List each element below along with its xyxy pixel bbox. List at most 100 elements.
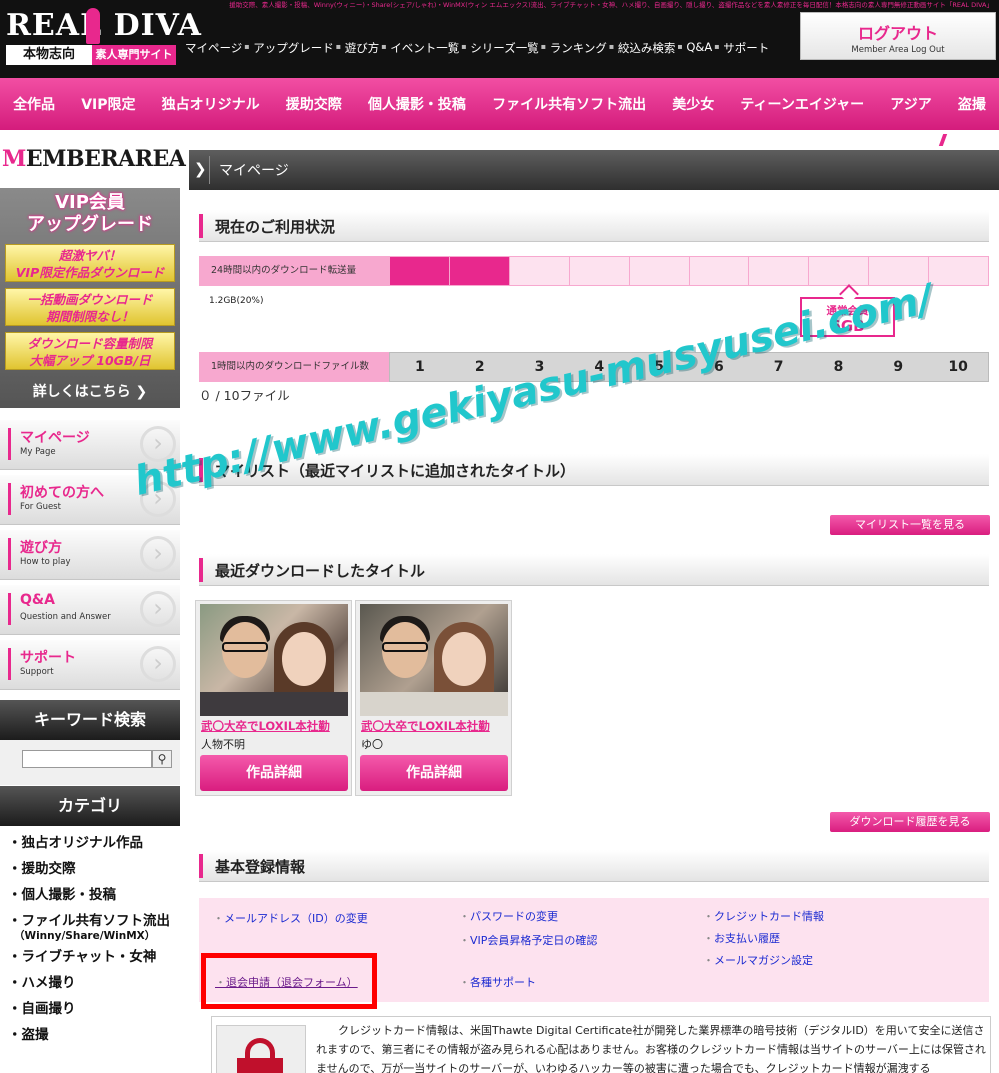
topnav-qa[interactable]: Q&A <box>677 40 718 56</box>
upgrade-more-link[interactable]: 詳しくはこちら ❯ <box>0 381 180 401</box>
usage-segment-empty <box>809 257 870 285</box>
sidebar-item-support[interactable]: サポート Support › <box>0 640 180 690</box>
chevron-right-icon: › <box>140 536 176 572</box>
category-item[interactable]: ・独占オリジナル作品 <box>0 830 180 856</box>
category-item[interactable]: ・ハメ撮り <box>0 970 180 996</box>
catnav-enjo[interactable]: 援助交際 <box>286 94 342 114</box>
search-icon[interactable]: ⚲ <box>152 750 172 768</box>
security-text: クレジットカード情報は、米国Thawte Digital Certificate… <box>316 1024 986 1073</box>
member-type-badge: 通常会員 6GB <box>800 297 895 337</box>
recent-title-card: 武〇大卒でLOXIL本社勤 人物不明 作品詳細 <box>195 600 352 796</box>
topnav-howto[interactable]: 遊び方 <box>336 40 386 56</box>
topnav-ranking[interactable]: ランキング <box>541 40 613 56</box>
link-support[interactable]: 各種サポート <box>459 974 536 990</box>
download-history-button[interactable]: ダウンロード履歴を見る <box>830 812 990 832</box>
chevron-right-icon: › <box>140 646 176 682</box>
topnav-series[interactable]: シリーズ一覧 <box>461 40 544 56</box>
member-area-initial: M <box>2 146 26 172</box>
catnav-tousatsu[interactable]: 盗撮 <box>958 94 986 114</box>
menu-accent-bar <box>8 593 11 625</box>
catnav-vip[interactable]: VIP限定 <box>81 94 135 114</box>
member-area-rest: EMBERAREA <box>25 146 186 172</box>
title-thumbnail[interactable] <box>200 604 348 716</box>
registration-section-title: 基本登録情報 <box>199 850 989 882</box>
category-item[interactable]: ・ライブチャット・女神 <box>0 944 180 970</box>
keyword-search-box: ⚲ <box>0 740 180 785</box>
link-mail-magazine[interactable]: メールマガジン設定 <box>703 952 813 968</box>
usage-segment-empty <box>629 257 690 285</box>
sidebar-item-howto[interactable]: 遊び方 How to play › <box>0 530 180 580</box>
category-item-fileshare[interactable]: ・ファイル共有ソフト流出 （Winny/Share/WinMX） <box>0 908 180 942</box>
vip-upgrade-banner[interactable]: VIP会員 アップグレード 超激ヤバ！ VIP限定作品ダウンロード 一括動画ダウ… <box>0 188 180 408</box>
logout-label: ログアウト <box>857 24 938 43</box>
logo-text: REAL DIVA <box>6 8 202 43</box>
topnav-upgrade[interactable]: アップグレード <box>244 40 340 56</box>
chevron-right-icon: › <box>140 426 176 462</box>
detail-button[interactable]: 作品詳細 <box>360 755 508 791</box>
logo-sub-right: 素人専門サイト <box>92 45 176 65</box>
category-item[interactable]: ・自画撮り <box>0 996 180 1022</box>
thumb-shape <box>200 692 348 716</box>
menu-accent-bar <box>8 648 11 680</box>
catnav-all[interactable]: 全作品 <box>13 94 55 114</box>
topnav-mypage[interactable]: マイページ <box>180 40 248 56</box>
category-item[interactable]: ・盗撮 <box>0 1022 180 1048</box>
thumb-shape <box>382 642 428 652</box>
search-input[interactable] <box>22 750 152 768</box>
title-link[interactable]: 武〇大卒でLOXIL本社勤 <box>201 718 330 734</box>
sidebar-item-label: 初めての方へ <box>20 485 104 501</box>
transfer-used: 1.2GB(20%) <box>209 296 264 306</box>
security-notice: クレジットカード情報は、米国Thawte Digital Certificate… <box>211 1016 991 1073</box>
category-item[interactable]: ・援助交際 <box>0 856 180 882</box>
title-thumbnail[interactable] <box>360 604 508 716</box>
file-number: 8 <box>833 359 844 375</box>
title-actor: ゆ〇 <box>361 738 383 751</box>
mylist-view-button[interactable]: マイリスト一覧を見る <box>830 515 990 535</box>
category-list: ・独占オリジナル作品 ・援助交際 ・個人撮影・投稿 ・ファイル共有ソフト流出 （W… <box>0 830 180 1048</box>
chevron-right-icon: › <box>140 591 176 627</box>
topnav-events[interactable]: イベント一覧 <box>381 40 465 56</box>
sidebar-item-mypage[interactable]: マイページ My Page › <box>0 420 180 470</box>
logout-button[interactable]: ログアウト Member Area Log Out <box>800 12 996 60</box>
section-heading: 基本登録情報 <box>215 858 306 876</box>
site-logo[interactable]: REAL DIVA 本物志向 素人専門サイト <box>4 8 201 65</box>
upgrade-feature-vip: 超激ヤバ！ VIP限定作品ダウンロード <box>5 244 175 282</box>
usage-segment-filled <box>449 257 510 285</box>
file-number: 5 <box>654 359 664 375</box>
link-vip-date[interactable]: VIP会員昇格予定日の確認 <box>459 932 597 948</box>
chevron-right-icon: ❯ <box>194 160 207 178</box>
file-number: 9 <box>893 359 904 375</box>
lock-icon <box>216 1025 306 1073</box>
file-number: 3 <box>534 359 545 375</box>
sidebar-item-sublabel: For Guest <box>20 502 61 512</box>
menu-accent-bar <box>8 428 11 460</box>
title-link[interactable]: 武〇大卒でLOXIL本社勤 <box>361 718 490 734</box>
section-accent-bar <box>199 458 203 482</box>
recent-section-title: 最近ダウンロードしたタイトル <box>199 554 989 586</box>
upgrade-feature-capacity: ダウンロード容量制限 大幅アップ 10GB/日 <box>5 332 175 370</box>
catnav-teen[interactable]: ティーンエイジャー <box>740 94 864 114</box>
sidebar-item-guest[interactable]: 初めての方へ For Guest › <box>0 475 180 525</box>
catnav-asia[interactable]: アジア <box>890 94 931 114</box>
file-number: 6 <box>714 359 724 375</box>
catnav-original[interactable]: 独占オリジナル <box>162 94 260 114</box>
section-heading: 現在のご利用状況 <box>215 218 336 236</box>
catnav-fileshare[interactable]: ファイル共有ソフト流出 <box>492 94 646 114</box>
file-count-scale: 1 2 3 4 5 6 7 8 9 10 <box>389 352 989 382</box>
link-credit-card[interactable]: クレジットカード情報 <box>703 908 824 924</box>
upgrade-title: VIP会員 アップグレード <box>27 192 153 235</box>
logo-figure-icon <box>86 8 100 44</box>
detail-button[interactable]: 作品詳細 <box>200 755 348 791</box>
catnav-amateur[interactable]: 個人撮影・投稿 <box>368 94 466 114</box>
catnav-bishoujo[interactable]: 美少女 <box>672 94 714 114</box>
category-item[interactable]: ・個人撮影・投稿 <box>0 882 180 908</box>
topnav-support[interactable]: サポート <box>714 40 775 56</box>
usage-segment-empty <box>749 257 810 285</box>
sidebar-item-label: マイページ <box>20 430 90 446</box>
topnav-search[interactable]: 絞込み検索 <box>609 40 682 56</box>
link-payment-history[interactable]: お支払い履歴 <box>703 930 780 946</box>
sidebar: MEMBERAREA VIP会員 アップグレード 超激ヤバ！ VIP限定作品ダウ… <box>0 130 186 1073</box>
link-change-password[interactable]: パスワードの変更 <box>459 908 558 924</box>
sidebar-item-qa[interactable]: Q&A Question and Answer › <box>0 585 180 635</box>
link-change-email[interactable]: メールアドレス（ID）の変更 <box>213 910 368 926</box>
